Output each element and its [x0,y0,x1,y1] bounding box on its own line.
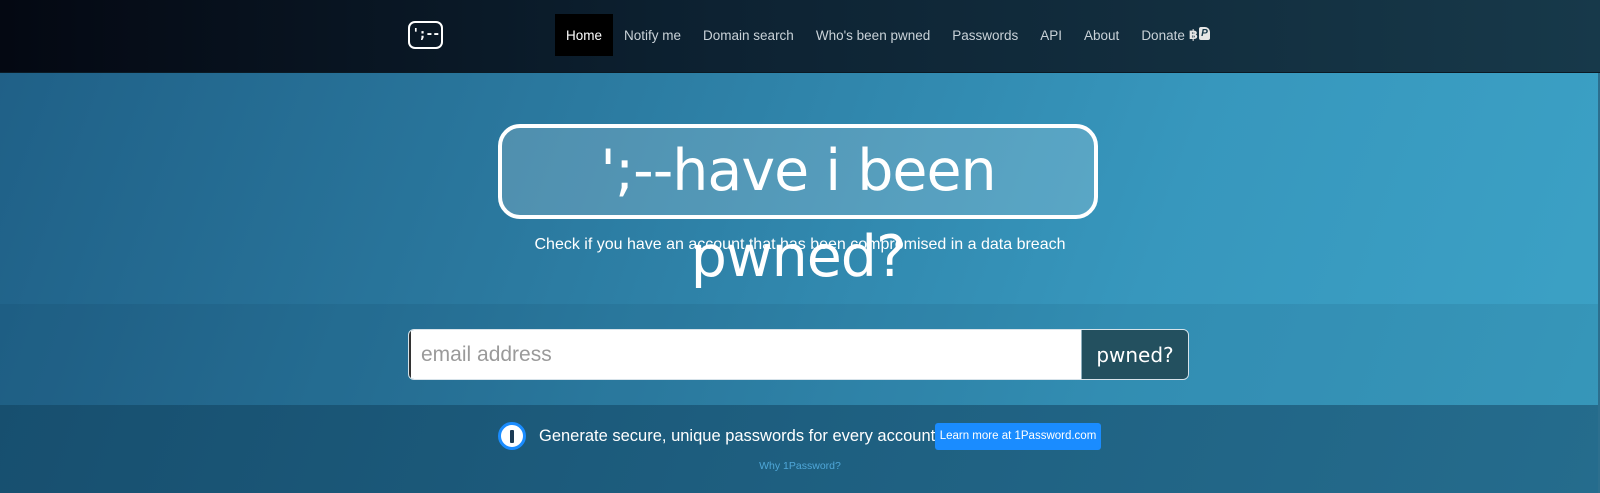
1password-icon [498,422,526,450]
bitcoin-icon: ฿ [1188,27,1198,42]
nav-label: Who's been pwned [815,27,931,43]
paypal-icon: P [1198,27,1210,40]
nav-item-donate[interactable]: Donate ฿ P [1130,14,1221,56]
nav-item-about[interactable]: About [1073,14,1130,56]
email-search-input[interactable] [409,330,1081,379]
nav-label: Notify me [624,27,682,43]
nav-item-whos-been-pwned[interactable]: Who's been pwned [805,14,941,56]
pwned-button[interactable]: pwned? [1081,330,1188,379]
promo-text: Generate secure, unique passwords for ev… [539,427,936,445]
promo-band [0,405,1600,493]
nav-label: Domain search [703,27,794,43]
donate-icons: ฿ P [1189,27,1210,43]
why-link-label[interactable]: Why 1Password? [759,460,841,472]
nav-label: About [1084,27,1120,43]
nav-item-api[interactable]: API [1029,14,1073,56]
nav-label: API [1040,27,1063,43]
page-title: ';--have i been pwned? [498,124,1098,290]
top-navbar: ';-- Home Notify me Domain search Who's … [0,0,1600,73]
learn-more-button[interactable]: Learn more at 1Password.com [935,423,1101,450]
page-subtitle: Check if you have an account that has be… [534,236,1066,253]
nav-item-passwords[interactable]: Passwords [941,14,1029,56]
nav-label: Donate [1141,27,1185,43]
nav-label: Home [566,27,603,43]
site-logo-icon[interactable]: ';-- [408,21,443,49]
search-form: pwned? [408,329,1189,380]
main-nav: Home Notify me Domain search Who's been … [555,14,1221,56]
nav-item-domain-search[interactable]: Domain search [692,14,805,56]
why-1password-link[interactable]: Why 1Password? [0,460,1600,472]
nav-label: Passwords [952,27,1019,43]
nav-item-notify-me[interactable]: Notify me [613,14,692,56]
nav-item-home[interactable]: Home [555,14,614,56]
